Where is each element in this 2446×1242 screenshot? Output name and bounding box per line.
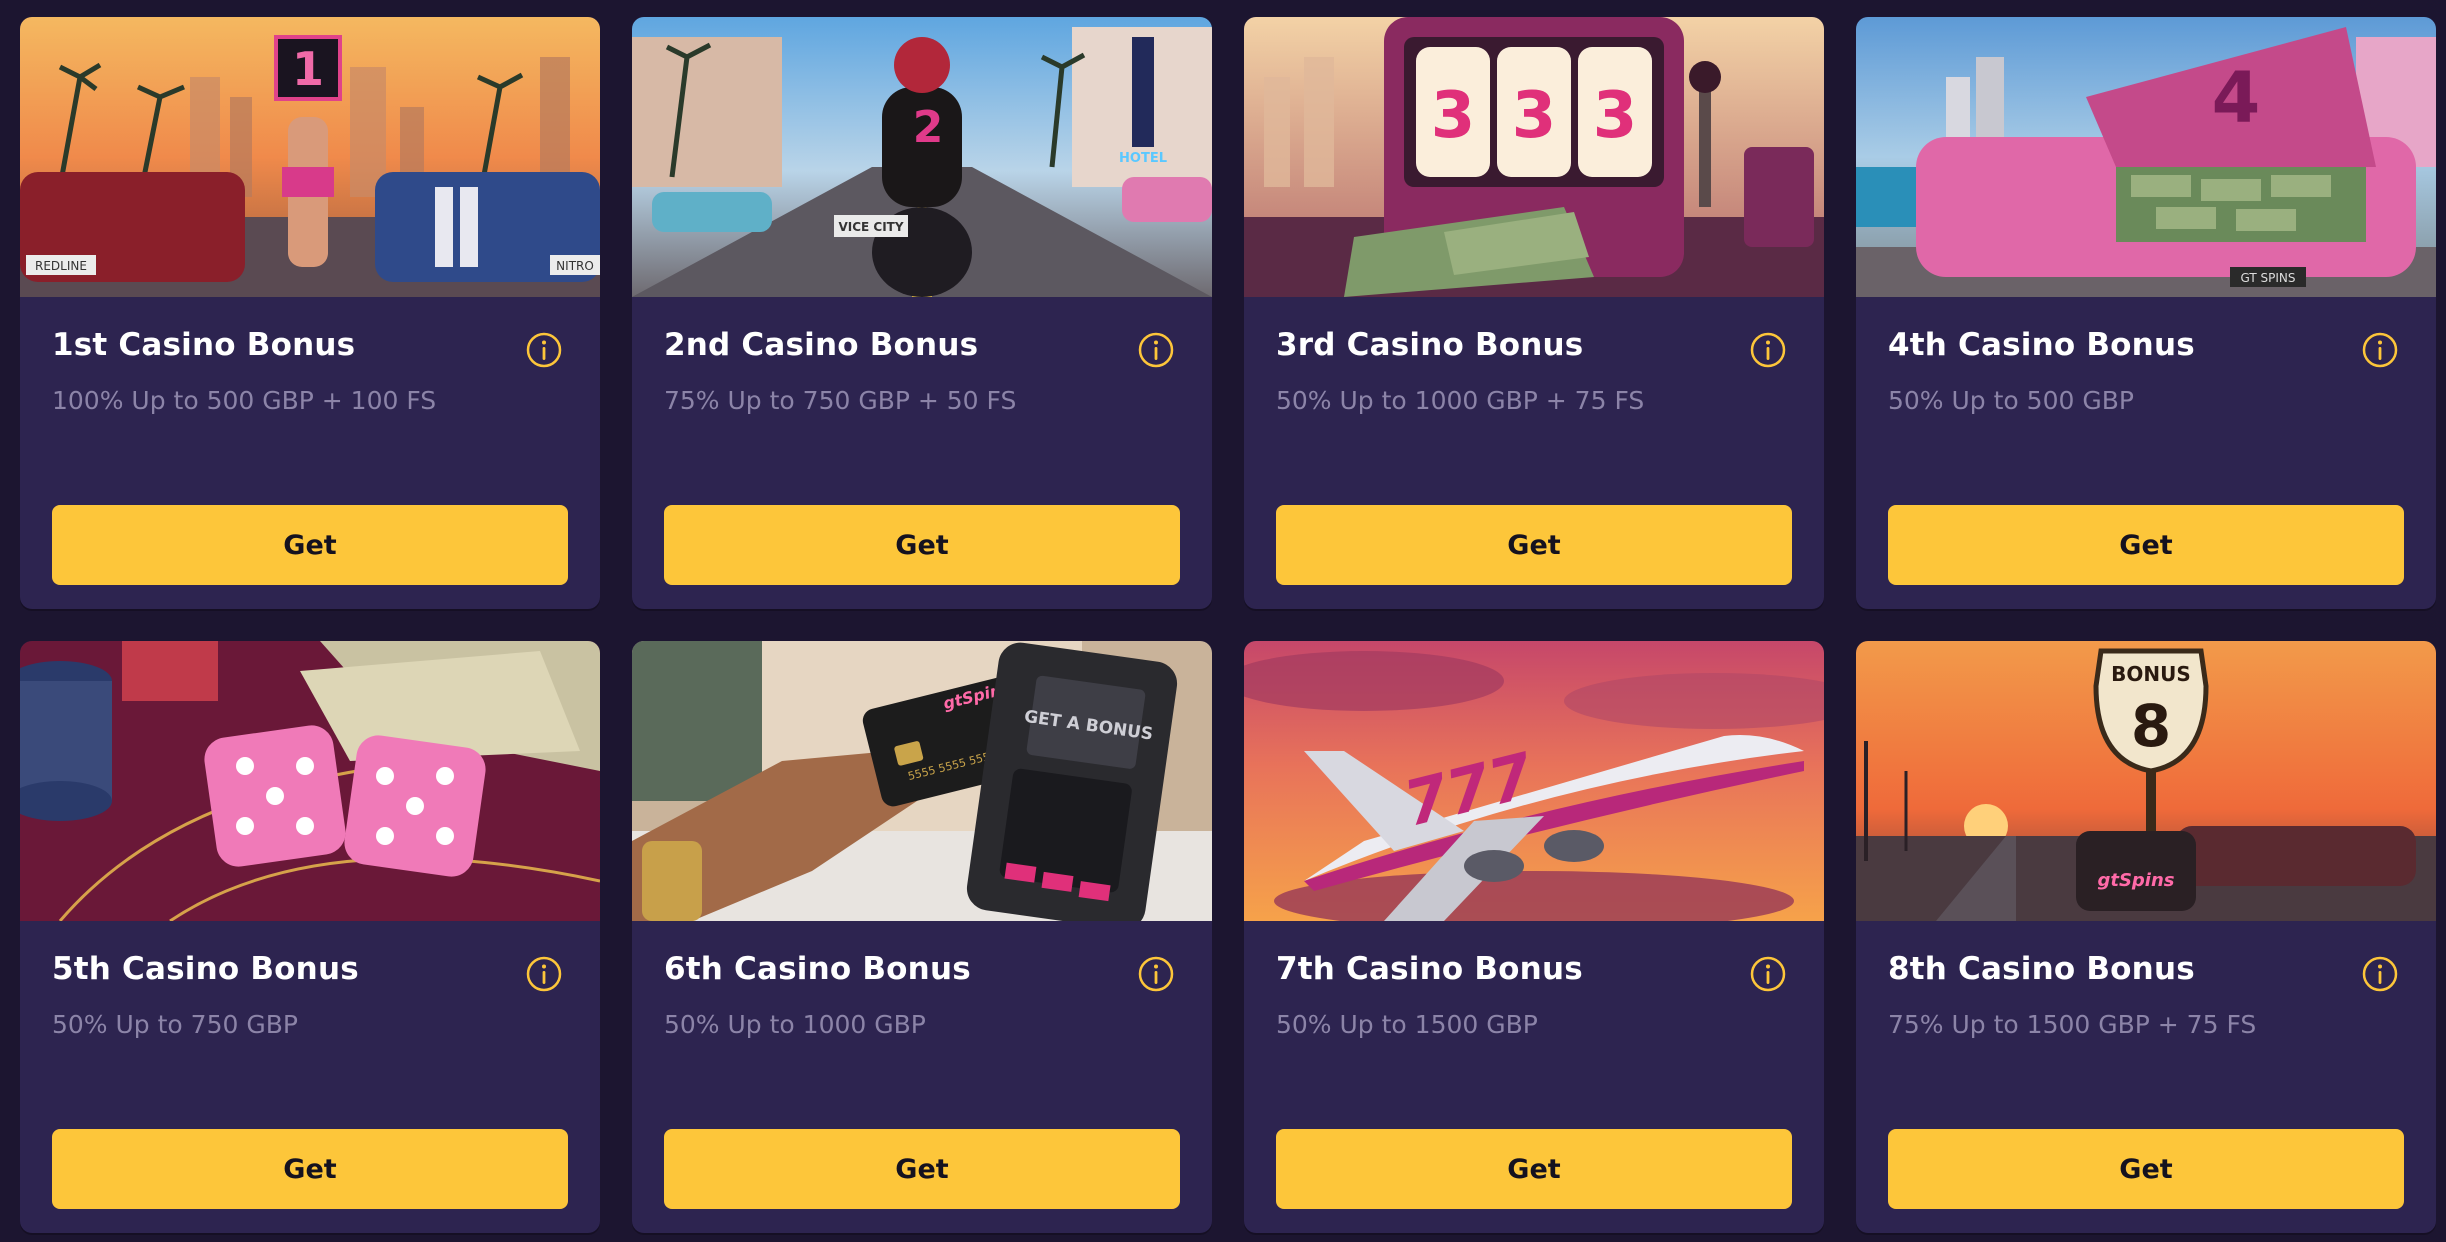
reel-2-text: 3 bbox=[1512, 79, 1557, 153]
get-bonus-button[interactable]: Get bbox=[664, 505, 1180, 585]
info-icon[interactable] bbox=[1749, 331, 1787, 369]
sign-number-text: 1 bbox=[292, 42, 324, 96]
plate-left-text: REDLINE bbox=[35, 259, 87, 273]
sign-number-text: 8 bbox=[2131, 692, 2171, 760]
bonus-card-grid: 1 REDLINE NITRO 1st Casino Bonus 100% Up… bbox=[20, 17, 2436, 1233]
plate-text: GT SPINS bbox=[2240, 271, 2295, 285]
pink-car-trunk-image: 4 GT SPINS bbox=[1856, 17, 2436, 297]
bonus-description: 75% Up to 1500 GBP + 75 FS bbox=[1888, 1010, 2257, 1039]
motorcycle-boulevard-image: HOTEL 2 VICE CITY bbox=[632, 17, 1212, 297]
info-icon[interactable] bbox=[2361, 331, 2399, 369]
bonus-card-8: BONUS 8 gtSpins 8th Casino Bonus 75% Up … bbox=[1856, 641, 2436, 1233]
plate-text: VICE CITY bbox=[838, 220, 903, 234]
get-bonus-button[interactable]: Get bbox=[52, 1129, 568, 1209]
bonus-title: 2nd Casino Bonus bbox=[664, 327, 979, 363]
get-bonus-button[interactable]: Get bbox=[1888, 505, 2404, 585]
bonus-card-1: 1 REDLINE NITRO 1st Casino Bonus 100% Up… bbox=[20, 17, 600, 609]
bonus-description: 50% Up to 1000 GBP + 75 FS bbox=[1276, 386, 1645, 415]
bonus-card-4: 4 GT SPINS 4th Casino Bonus 50% Up to 50… bbox=[1856, 17, 2436, 609]
get-bonus-button[interactable]: Get bbox=[52, 505, 568, 585]
bonus-card-2: HOTEL 2 VICE CITY 2nd Casino Bonus 75% U… bbox=[632, 17, 1212, 609]
bonus-description: 50% Up to 1500 GBP bbox=[1276, 1010, 1538, 1039]
bonus-title: 7th Casino Bonus bbox=[1276, 951, 1583, 987]
bonus-description: 50% Up to 750 GBP bbox=[52, 1010, 298, 1039]
bonus-card-7: 777 7th Casino Bonus 50% Up to 1500 GBP … bbox=[1244, 641, 1824, 1233]
info-icon[interactable] bbox=[2361, 955, 2399, 993]
sign-top-text: BONUS bbox=[2111, 662, 2191, 686]
reel-3-text: 3 bbox=[1593, 79, 1638, 153]
bonus-card-image: 1 REDLINE NITRO bbox=[20, 17, 600, 297]
bonus-card-image: gtSpins 5555 5555 5555 5555 GET A BONUS bbox=[632, 641, 1212, 921]
plate-right-text: NITRO bbox=[556, 259, 594, 273]
info-icon[interactable] bbox=[1137, 331, 1175, 369]
trunk-number-text: 4 bbox=[2212, 57, 2261, 139]
bonus-card-6: gtSpins 5555 5555 5555 5555 GET A BONUS … bbox=[632, 641, 1212, 1233]
bonus-title: 4th Casino Bonus bbox=[1888, 327, 2195, 363]
bonus-card-image: 4 GT SPINS bbox=[1856, 17, 2436, 297]
bonus-title: 1st Casino Bonus bbox=[52, 327, 356, 363]
info-icon[interactable] bbox=[1137, 955, 1175, 993]
bonus-card-image: 3 3 3 bbox=[1244, 17, 1824, 297]
get-bonus-button[interactable]: Get bbox=[1276, 1129, 1792, 1209]
bonus-title: 8th Casino Bonus bbox=[1888, 951, 2195, 987]
get-bonus-button[interactable]: Get bbox=[1888, 1129, 2404, 1209]
card-payment-image: gtSpins 5555 5555 5555 5555 GET A BONUS bbox=[632, 641, 1212, 921]
slot-machine-image: 3 3 3 bbox=[1244, 17, 1824, 297]
bonus-description: 50% Up to 1000 GBP bbox=[664, 1010, 926, 1039]
jet-plane-image: 777 bbox=[1244, 641, 1824, 921]
info-icon[interactable] bbox=[1749, 955, 1787, 993]
reel-1-text: 3 bbox=[1431, 79, 1476, 153]
bonus-title: 5th Casino Bonus bbox=[52, 951, 359, 987]
sunset-street-cars-image: 1 REDLINE NITRO bbox=[20, 17, 600, 297]
bonus-card-image: BONUS 8 gtSpins bbox=[1856, 641, 2436, 921]
bonus-card-image: 777 bbox=[1244, 641, 1824, 921]
bonus-title: 6th Casino Bonus bbox=[664, 951, 971, 987]
info-icon[interactable] bbox=[525, 955, 563, 993]
get-bonus-button[interactable]: Get bbox=[1276, 505, 1792, 585]
bonus-card-3: 3 3 3 3rd Casino Bonus 50% Up to 1000 GB… bbox=[1244, 17, 1824, 609]
bonus-card-image bbox=[20, 641, 600, 921]
bonus-description: 100% Up to 500 GBP + 100 FS bbox=[52, 386, 437, 415]
get-bonus-button[interactable]: Get bbox=[664, 1129, 1180, 1209]
highway-sign-image: BONUS 8 gtSpins bbox=[1856, 641, 2436, 921]
bonus-description: 50% Up to 500 GBP bbox=[1888, 386, 2134, 415]
pink-dice-image bbox=[20, 641, 600, 921]
bonus-card-image: HOTEL 2 VICE CITY bbox=[632, 17, 1212, 297]
neon-sign-text: HOTEL bbox=[1119, 151, 1167, 166]
bag-logo-text: gtSpins bbox=[2097, 870, 2174, 891]
jacket-number-text: 2 bbox=[913, 102, 944, 153]
info-icon[interactable] bbox=[525, 331, 563, 369]
bonus-card-5: 5th Casino Bonus 50% Up to 750 GBP Get bbox=[20, 641, 600, 1233]
bonus-title: 3rd Casino Bonus bbox=[1276, 327, 1584, 363]
bonus-description: 75% Up to 750 GBP + 50 FS bbox=[664, 386, 1017, 415]
